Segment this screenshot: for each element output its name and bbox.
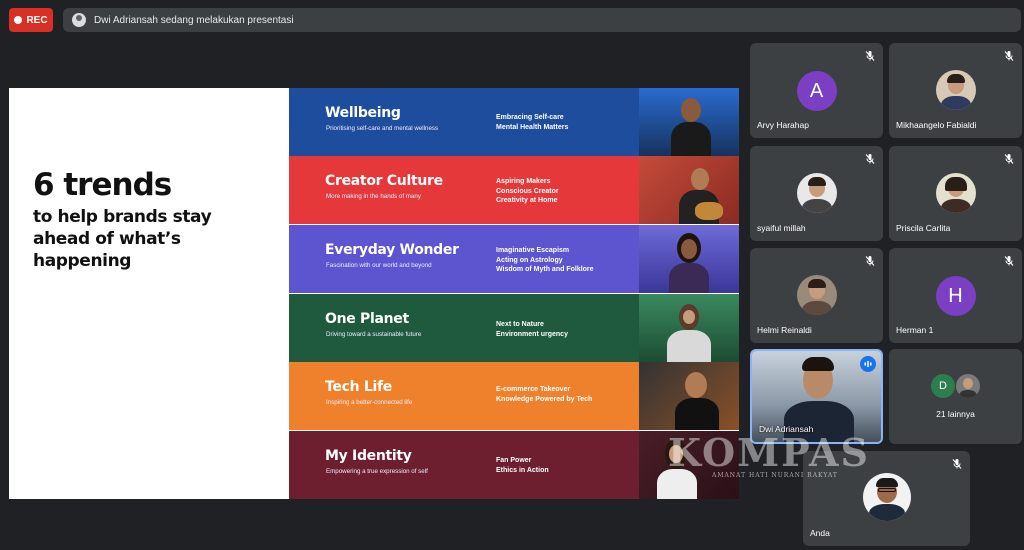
participant-tile[interactable]: syaiful millah (750, 146, 883, 241)
trend-photo (639, 294, 739, 362)
participant-tile[interactable]: A Arvy Harahap (750, 43, 883, 138)
trend-point: E-commerce Takeover (496, 386, 571, 393)
trend-point: Environment urgency (496, 330, 568, 338)
kompas-watermark: KOMPAS (668, 430, 870, 475)
participant-tile[interactable]: H Herman 1 (889, 248, 1022, 343)
trend-points: Embracing Self-care Mental Health Matter… (496, 113, 568, 132)
avatar: D (931, 374, 955, 398)
trend-row-wellbeing: Wellbeing Prioritising self-care and men… (289, 88, 639, 156)
trend-row-everyday-wonder: Everyday Wonder Fascination with our wor… (289, 225, 639, 293)
trend-name: One Planet (325, 311, 409, 327)
trend-point: Conscious Creator (496, 187, 559, 195)
trend-tagline: Inspiring a better-connected life (326, 399, 413, 406)
mic-off-icon (1004, 154, 1014, 164)
trend-row-one-planet: One Planet Driving toward a sustainable … (289, 294, 639, 362)
trend-point: Mental Health Matters (496, 123, 569, 131)
trend-point: Imaginative Escapism (496, 247, 570, 254)
slide-subtitle: to help brands stay ahead of what’s happ… (33, 207, 212, 271)
participant-name: Arvy Harahap (757, 120, 809, 130)
trend-row-creator-culture: Creator Culture More making in the hands… (289, 156, 639, 224)
trend-name: My Identity (325, 448, 412, 464)
trend-photo (639, 156, 739, 224)
trend-point: Fan Power (496, 457, 532, 464)
avatar (935, 173, 976, 213)
trend-tagline: More making in the hands of many (326, 193, 421, 200)
participant-tile[interactable]: Helmi Reinaldi (750, 248, 883, 343)
trend-point: Creativity at Home (496, 197, 558, 204)
trend-point: Embracing Self-care (496, 114, 564, 121)
mic-off-icon (865, 256, 875, 266)
avatar (796, 173, 837, 213)
mic-off-icon (865, 51, 875, 61)
mic-off-icon (1004, 256, 1014, 266)
trend-points: Fan Power Ethics in Action (496, 456, 549, 475)
participant-name: Mikhaangelo Fabialdi (896, 120, 977, 130)
mic-off-icon (952, 459, 962, 469)
trend-name: Everyday Wonder (325, 242, 459, 258)
trend-point: Next to Nature (496, 321, 544, 328)
trend-points: E-commerce Takeover Knowledge Powered by… (496, 385, 592, 404)
participant-name: syaiful millah (757, 223, 806, 233)
trend-photo (639, 225, 739, 293)
record-dot-icon (14, 16, 23, 24)
participant-name: Helmi Reinaldi (757, 325, 812, 335)
trend-photo (639, 88, 739, 156)
trend-tagline: Prioritising self-care and mental wellne… (326, 125, 439, 132)
avatar (862, 473, 911, 521)
trend-points: Aspiring Makers Conscious Creator Creati… (496, 177, 559, 206)
trend-point: Wisdom of Myth and Folklore (496, 266, 594, 273)
avatar: H (935, 276, 976, 316)
trend-tagline: Empowering a true expression of self (326, 468, 428, 475)
slide-title: 6 trends (33, 167, 172, 203)
trend-name: Tech Life (325, 379, 392, 395)
others-tile[interactable]: D 21 lainnya (889, 349, 1022, 444)
others-count-label: 21 lainnya (936, 409, 975, 419)
participant-tile[interactable]: Priscila Carlita (889, 146, 1022, 241)
trend-name: Wellbeing (325, 105, 401, 121)
trend-points: Next to Nature Environment urgency (496, 320, 568, 339)
avatar: A (796, 71, 837, 111)
participant-tile[interactable]: Mikhaangelo Fabialdi (889, 43, 1022, 138)
trend-point: Knowledge Powered by Tech (496, 395, 593, 403)
trend-row-my-identity: My Identity Empowering a true expression… (289, 431, 639, 499)
presenter-avatar (72, 13, 86, 27)
trend-name: Creator Culture (325, 173, 443, 189)
trend-tagline: Fascination with our world and beyond (326, 262, 432, 269)
trend-photo (639, 362, 739, 430)
recording-indicator: REC (9, 8, 53, 32)
participant-name: Anda (810, 528, 830, 538)
trend-point: Acting on Astrology (496, 256, 563, 264)
trend-row-tech-life: Tech Life Inspiring a better-connected l… (289, 362, 639, 430)
presentation-banner-text: Dwi Adriansah sedang melakukan presentas… (94, 14, 294, 26)
kompas-watermark-tagline: AMANAT HATI NURANI RAKYAT (712, 472, 838, 479)
slide-title-panel: 6 trends to help brands stay ahead of wh… (9, 88, 289, 499)
mic-off-icon (865, 154, 875, 164)
speaking-indicator-icon (860, 356, 876, 372)
mic-off-icon (1004, 51, 1014, 61)
presentation-banner[interactable]: Dwi Adriansah sedang melakukan presentas… (63, 8, 1021, 32)
trend-tagline: Driving toward a sustainable future (326, 331, 422, 338)
participant-name: Herman 1 (896, 325, 934, 335)
participant-name: Priscila Carlita (896, 223, 951, 233)
avatar (956, 374, 980, 398)
recording-label: REC (26, 14, 48, 26)
avatar (935, 70, 976, 110)
trend-point: Aspiring Makers (496, 178, 551, 185)
speaker-hair (802, 357, 834, 371)
presentation-slide: 6 trends to help brands stay ahead of wh… (9, 88, 739, 499)
trend-point: Ethics in Action (496, 466, 549, 474)
trend-points: Imaginative Escapism Acting on Astrology… (496, 246, 594, 275)
avatar (796, 275, 837, 315)
